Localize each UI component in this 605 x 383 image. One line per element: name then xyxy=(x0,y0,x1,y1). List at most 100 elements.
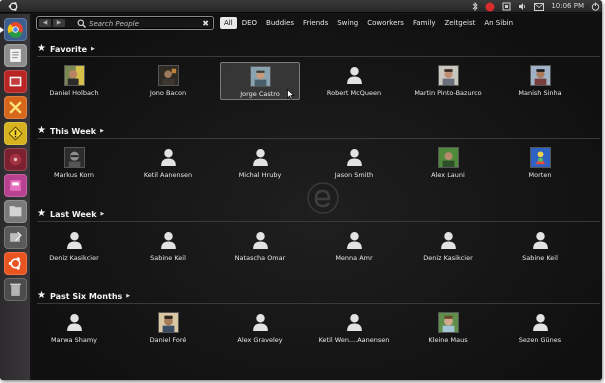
person-tile[interactable]: Jono Bacon xyxy=(128,62,208,100)
default-avatar-icon xyxy=(530,230,551,251)
group-divider xyxy=(37,221,600,222)
person-tile[interactable]: Menna Amr xyxy=(314,227,394,265)
session-indicator-icon[interactable] xyxy=(485,2,495,12)
expand-arrow-icon: ▶ xyxy=(126,293,131,299)
star-icon: ★ xyxy=(37,290,46,301)
filter-deo[interactable]: DEO xyxy=(238,17,261,29)
group-header-past-six-months[interactable]: ★ Past Six Months ▶ xyxy=(37,290,130,302)
avatar xyxy=(157,65,179,86)
person-tile[interactable]: Robert McQueen xyxy=(314,62,394,100)
default-avatar-icon xyxy=(250,312,271,333)
person-tile[interactable]: Michal Hruby xyxy=(220,144,300,182)
person-name: Michal Hruby xyxy=(238,171,282,179)
search-icon xyxy=(77,19,86,28)
person-tile[interactable]: Natascha Omar xyxy=(220,227,300,265)
person-name: Sabine Keil xyxy=(522,254,558,262)
group-header-favorite[interactable]: ★ Favorite ▶ xyxy=(37,43,95,55)
forward-button[interactable]: ▶ xyxy=(53,19,65,27)
filter-zeitgeist[interactable]: Zeitgeist xyxy=(440,17,479,29)
person-name: Menna Amr xyxy=(335,254,373,262)
filter-buddies[interactable]: Buddies xyxy=(262,17,298,29)
group-divider xyxy=(37,56,600,57)
avatar xyxy=(437,65,459,86)
filter-friends[interactable]: Friends xyxy=(299,17,332,29)
default-avatar-icon xyxy=(64,230,85,251)
person-name: Ketil Aanensen xyxy=(143,171,193,179)
launcher-warning-icon[interactable] xyxy=(4,122,27,145)
mail-icon[interactable] xyxy=(534,2,545,11)
person-tile[interactable]: Martin Pinto-Bazurco xyxy=(408,62,488,100)
person-tile[interactable]: Alex Launi xyxy=(408,144,488,182)
default-avatar-icon xyxy=(344,230,365,251)
person-tile[interactable]: Markus Korn xyxy=(34,144,114,182)
person-tile[interactable]: Deniz Kasikcier xyxy=(34,227,114,265)
person-tile[interactable]: Manish Sinha xyxy=(500,62,580,100)
search-input[interactable] xyxy=(89,18,199,29)
star-icon: ★ xyxy=(37,43,46,54)
launcher-pink-app-icon[interactable] xyxy=(4,174,27,197)
avatar xyxy=(63,147,85,168)
bluetooth-icon[interactable] xyxy=(472,2,478,11)
launcher-chromium-icon[interactable] xyxy=(0,18,27,41)
clock[interactable]: 10:06 PM xyxy=(551,0,584,13)
group-title: Last Week xyxy=(49,209,97,219)
mouse-cursor-icon xyxy=(287,89,295,100)
default-avatar-icon xyxy=(344,312,365,333)
person-tile[interactable]: Daniel Foré xyxy=(128,309,208,347)
network-icon[interactable] xyxy=(502,2,511,11)
default-avatar-icon xyxy=(344,65,365,86)
default-avatar-icon xyxy=(250,147,271,168)
star-icon: ★ xyxy=(37,125,46,136)
expand-arrow-icon: ▶ xyxy=(100,211,105,217)
back-button[interactable]: ◀ xyxy=(39,19,51,27)
person-tile[interactable]: Ketil Wen....Aanensen xyxy=(314,309,394,347)
launcher-tools-icon[interactable] xyxy=(4,96,27,119)
filter-bar: All DEO Buddies Friends Swing Coworkers … xyxy=(220,17,518,29)
launcher-dash-icon[interactable] xyxy=(4,252,27,275)
person-tile[interactable]: Deniz Kasikcier xyxy=(408,227,488,265)
person-tile[interactable]: Sabine Keil xyxy=(500,227,580,265)
person-tile[interactable]: Ketil Aanensen xyxy=(128,144,208,182)
person-name: Markus Korn xyxy=(54,171,94,179)
launcher-media-icon[interactable] xyxy=(4,148,27,171)
person-name: Manish Sinha xyxy=(518,89,562,97)
person-name: Deniz Kasikcier xyxy=(423,254,473,262)
clear-search-icon[interactable]: ✖ xyxy=(202,18,209,29)
star-icon: ★ xyxy=(37,208,46,219)
person-name: Marwa Shamy xyxy=(50,336,98,344)
filter-coworkers[interactable]: Coworkers xyxy=(363,17,408,29)
person-tile[interactable]: Sezen Günes xyxy=(500,309,580,347)
person-tile[interactable]: Jason Smith xyxy=(314,144,394,182)
launcher-trash-icon[interactable] xyxy=(4,278,27,301)
ubuntu-logo-icon[interactable] xyxy=(7,1,19,12)
launcher-photos-icon[interactable] xyxy=(4,70,27,93)
group-header-this-week[interactable]: ★ This Week ▶ xyxy=(37,125,104,137)
person-tile[interactable]: Kleine Maus xyxy=(408,309,488,347)
person-name: Ketil Wen....Aanensen xyxy=(318,336,390,344)
filter-family[interactable]: Family xyxy=(409,17,440,29)
launcher-files-icon[interactable] xyxy=(4,200,27,223)
expand-arrow-icon: ▶ xyxy=(100,128,104,134)
person-tile[interactable]: Alex Graveley xyxy=(220,309,300,347)
power-icon[interactable] xyxy=(591,2,600,11)
person-tile[interactable]: Sabine Keil xyxy=(128,227,208,265)
launcher-texteditor-icon[interactable] xyxy=(4,44,27,67)
person-name: Martin Pinto-Bazurco xyxy=(414,89,482,97)
launcher xyxy=(0,14,31,380)
default-avatar-icon xyxy=(158,147,179,168)
volume-icon[interactable] xyxy=(518,2,527,11)
group-header-last-week[interactable]: ★ Last Week ▶ xyxy=(37,208,104,220)
person-name: Kleine Maus xyxy=(428,336,468,344)
filter-swing[interactable]: Swing xyxy=(333,17,362,29)
watermark-logo-icon xyxy=(307,182,339,214)
avatar xyxy=(437,147,459,168)
top-panel: 10:06 PM xyxy=(0,0,602,13)
person-tile[interactable]: Marwa Shamy xyxy=(34,309,114,347)
group-title: Past Six Months xyxy=(49,291,123,301)
search-bar: ◀ ▶ ✖ xyxy=(36,16,214,30)
filter-an-sibin[interactable]: An Sibin xyxy=(480,17,517,29)
launcher-settings-icon[interactable] xyxy=(4,226,27,249)
person-tile[interactable]: Daniel Holbach xyxy=(34,62,114,100)
filter-all[interactable]: All xyxy=(220,17,237,29)
person-tile[interactable]: Morten xyxy=(500,144,580,182)
